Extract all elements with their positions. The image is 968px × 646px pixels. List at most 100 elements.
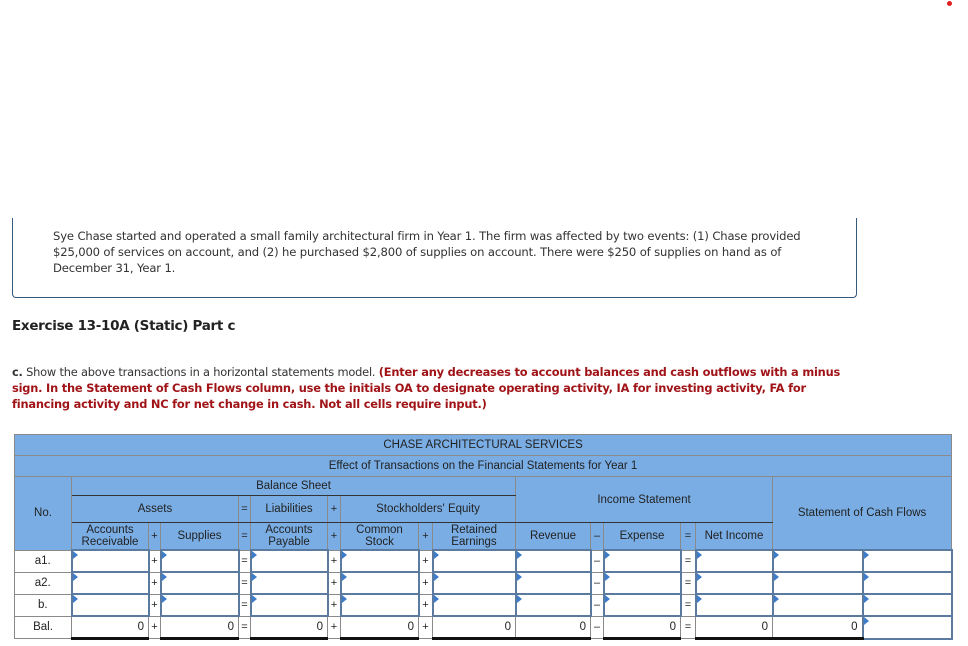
- input-flag-icon: [72, 573, 78, 581]
- common-stock-input[interactable]: [339, 549, 420, 573]
- input-flag-icon: [863, 551, 869, 559]
- accounts-receivable-total: 0: [71, 615, 149, 640]
- net-income-header: Net Income: [695, 522, 773, 551]
- input-flag-icon: [773, 551, 779, 559]
- input-flag-icon: [516, 573, 522, 581]
- row-label: a2.: [14, 571, 72, 595]
- problem-text: Sye Chase started and operated a small f…: [53, 229, 801, 275]
- cash-flow-amount-input[interactable]: [771, 549, 864, 573]
- supplies-input[interactable]: [159, 549, 240, 573]
- plus-operator: +: [327, 549, 341, 573]
- accounts-receivable-input[interactable]: [70, 549, 150, 573]
- statement-subtitle-header: Effect of Transactions on the Financial …: [13, 455, 953, 477]
- cash-flow-amount-input[interactable]: [771, 571, 864, 595]
- input-flag-icon: [696, 573, 702, 581]
- cash-flow-code-input[interactable]: [861, 615, 953, 640]
- input-flag-icon: [161, 573, 167, 581]
- plus-operator: +: [327, 495, 341, 523]
- input-flag-icon: [773, 595, 779, 603]
- equals-operator: =: [680, 549, 696, 573]
- input-flag-icon: [433, 551, 439, 559]
- notification-dot: [947, 1, 952, 6]
- plus-operator: +: [418, 571, 433, 595]
- supplies-header: Supplies: [160, 522, 239, 551]
- input-flag-icon: [251, 551, 257, 559]
- stockholders-equity-header: Stockholders' Equity: [340, 495, 516, 523]
- common-stock-input[interactable]: [339, 593, 420, 617]
- equals-operator: =: [680, 571, 696, 595]
- input-flag-icon: [433, 595, 439, 603]
- accounts-receivable-input[interactable]: [70, 571, 150, 595]
- transaction-row: a2. + = + + – =: [14, 571, 953, 595]
- supplies-input[interactable]: [159, 593, 240, 617]
- net-income-input[interactable]: [694, 571, 774, 595]
- retained-earnings-total: 0: [432, 615, 516, 640]
- plus-operator: +: [327, 615, 341, 639]
- plus-operator: +: [148, 571, 161, 595]
- liabilities-header: Liabilities: [250, 495, 328, 523]
- retained-earnings-input[interactable]: [431, 549, 517, 573]
- net-income-input[interactable]: [694, 593, 774, 617]
- retained-earnings-input[interactable]: [431, 593, 517, 617]
- row-label: Bal.: [14, 615, 72, 639]
- accounts-payable-total: 0: [250, 615, 328, 640]
- cash-flows-header: Statement of Cash Flows: [771, 476, 953, 551]
- equals-operator: =: [680, 593, 696, 617]
- plus-operator: +: [148, 522, 161, 551]
- input-flag-icon: [251, 573, 257, 581]
- company-name-header: CHASE ARCHITECTURAL SERVICES: [13, 434, 953, 456]
- equals-operator: =: [238, 522, 251, 551]
- expense-input[interactable]: [602, 549, 682, 573]
- row-label: b.: [14, 593, 72, 617]
- input-flag-icon: [863, 573, 869, 581]
- equals-operator: =: [680, 615, 696, 639]
- no-column-header: No.: [14, 476, 72, 551]
- revenue-input[interactable]: [514, 549, 592, 573]
- plus-operator: +: [418, 593, 433, 617]
- cash-flow-code-input[interactable]: [861, 549, 953, 573]
- minus-operator: –: [590, 615, 604, 639]
- retained-earnings-header: Retained Earnings: [432, 522, 516, 551]
- plus-operator: +: [327, 571, 341, 595]
- input-flag-icon: [161, 595, 167, 603]
- equals-operator: =: [238, 615, 251, 639]
- input-flag-icon: [516, 551, 522, 559]
- transaction-row: a1. + = + + – =: [14, 549, 953, 573]
- equals-operator: =: [238, 571, 251, 595]
- net-income-input[interactable]: [694, 549, 774, 573]
- accounts-receivable-input[interactable]: [70, 593, 150, 617]
- input-flag-icon: [604, 595, 610, 603]
- revenue-input[interactable]: [514, 571, 592, 595]
- common-stock-input[interactable]: [339, 571, 420, 595]
- plus-operator: +: [418, 522, 433, 551]
- input-flag-icon: [516, 595, 522, 603]
- retained-earnings-input[interactable]: [431, 571, 517, 595]
- input-flag-icon: [433, 573, 439, 581]
- revenue-input[interactable]: [514, 593, 592, 617]
- accounts-payable-input[interactable]: [249, 593, 329, 617]
- cash-flow-amount-input[interactable]: [771, 593, 864, 617]
- accounts-payable-input[interactable]: [249, 571, 329, 595]
- common-stock-total: 0: [340, 615, 419, 640]
- supplies-input[interactable]: [159, 571, 240, 595]
- input-flag-icon: [341, 573, 347, 581]
- expense-input[interactable]: [602, 571, 682, 595]
- minus-operator: –: [590, 522, 604, 551]
- input-flag-icon: [696, 551, 702, 559]
- expense-input[interactable]: [602, 593, 682, 617]
- input-flag-icon: [604, 551, 610, 559]
- part-label: c.: [12, 365, 23, 379]
- cash-flow-code-input[interactable]: [861, 593, 953, 617]
- net-income-total: 0: [695, 615, 773, 640]
- accounts-receivable-header: Accounts Receivable: [71, 522, 149, 551]
- input-flag-icon: [161, 551, 167, 559]
- accounts-payable-input[interactable]: [249, 549, 329, 573]
- plus-operator: +: [418, 549, 433, 573]
- exercise-title: Exercise 13-10A (Static) Part c: [12, 318, 236, 334]
- input-flag-icon: [604, 573, 610, 581]
- cash-flow-code-input[interactable]: [861, 571, 953, 595]
- cash-flow-amount-total: 0: [772, 615, 863, 640]
- balance-sheet-header: Balance Sheet: [71, 476, 516, 496]
- assets-header: Assets: [71, 495, 239, 523]
- minus-operator: –: [590, 593, 604, 617]
